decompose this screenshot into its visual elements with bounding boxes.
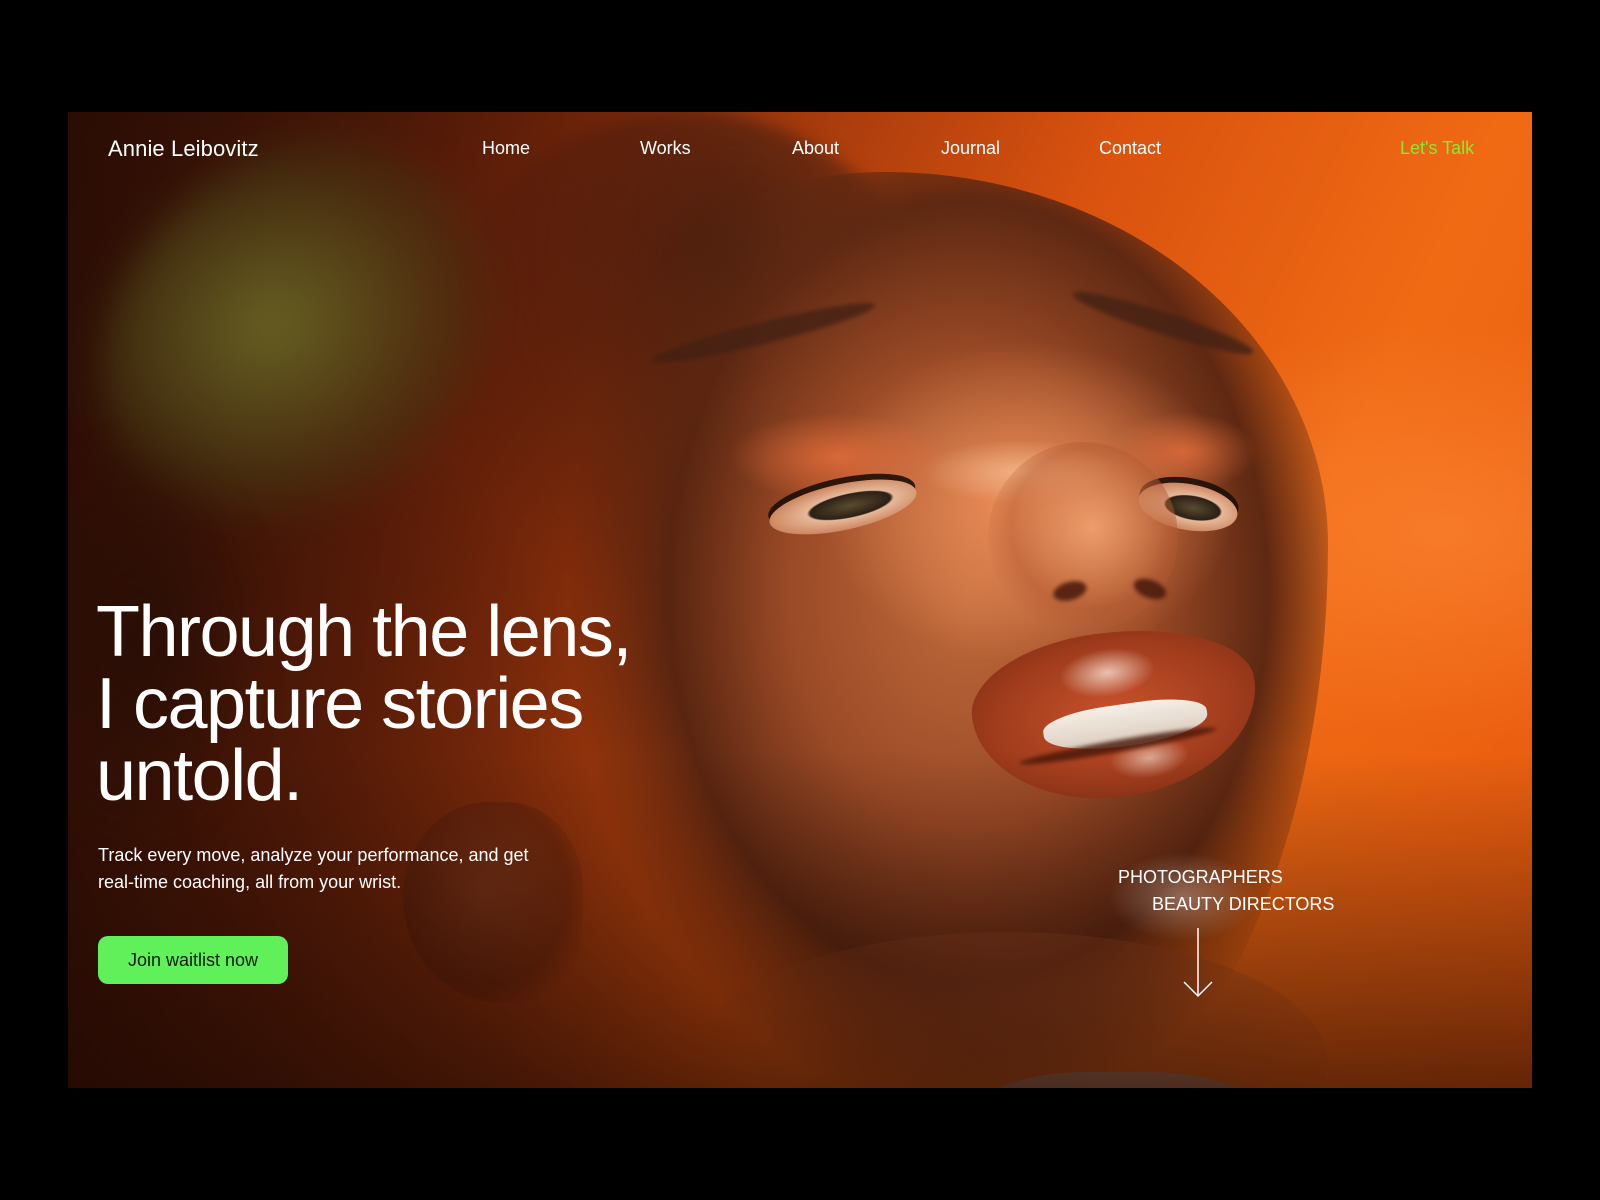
hero-subtext: Track every move, analyze your performan… [98,842,618,896]
brand-logo[interactable]: Annie Leibovitz [108,136,259,162]
subtext-line: Track every move, analyze your performan… [98,845,529,865]
hero-frame: Annie Leibovitz Home Works About Journal… [68,112,1532,1088]
headline-line: I capture stories [96,664,584,744]
nav-item-home[interactable]: Home [482,138,530,159]
nav-item-about[interactable]: About [792,138,839,159]
role-photographers: PHOTOGRAPHERS [1118,867,1283,887]
headline-line: untold. [96,736,303,816]
arrow-down-icon[interactable] [1182,928,1214,1000]
subtext-line: real-time coaching, all from your wrist. [98,872,402,892]
headline-line: Through the lens, [96,592,632,672]
lets-talk-link[interactable]: Let's Talk [1400,138,1474,159]
nav-item-works[interactable]: Works [640,138,691,159]
nose-shape [988,442,1178,632]
roles-list: PHOTOGRAPHERS BEAUTY DIRECTORS [1118,864,1334,918]
nav-item-journal[interactable]: Journal [941,138,1000,159]
nav-item-contact[interactable]: Contact [1099,138,1161,159]
join-waitlist-button[interactable]: Join waitlist now [98,936,288,984]
role-beauty-directors: BEAUTY DIRECTORS [1152,894,1335,914]
hero-headline: Through the lens, I capture stories unto… [96,596,736,812]
